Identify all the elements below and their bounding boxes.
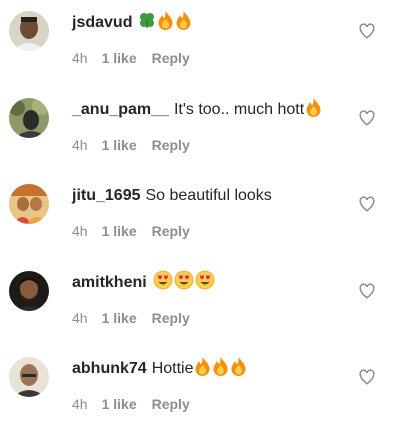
comment-likes-link[interactable]: 1 like	[102, 310, 137, 326]
comment-text: It's too.. much hott	[173, 101, 305, 118]
comment-text: Hottie	[151, 360, 194, 377]
comment-line: amitkheni	[72, 270, 215, 297]
like-heart-icon[interactable]	[358, 22, 376, 40]
comment-meta: 4h 1 like Reply	[72, 396, 190, 412]
comment-item: abhunk74 Hottie 4h 1 like Reply	[0, 346, 401, 432]
reply-button[interactable]: Reply	[152, 396, 190, 412]
comment-item: jsdavud 4h 1 like Reply	[0, 0, 401, 86]
avatar[interactable]	[9, 357, 49, 397]
fire-emoji	[175, 10, 192, 37]
shamrock-emoji	[138, 11, 156, 36]
avatar[interactable]	[9, 271, 49, 311]
comment-meta: 4h 1 like Reply	[72, 137, 190, 153]
like-heart-icon[interactable]	[358, 282, 376, 300]
comment-username[interactable]: abhunk74	[72, 358, 147, 380]
fire-emoji	[194, 356, 211, 383]
comment-meta: 4h 1 like Reply	[72, 50, 190, 66]
comment-line: abhunk74 Hottie	[72, 356, 247, 383]
like-heart-icon[interactable]	[358, 195, 376, 213]
comment-likes-link[interactable]: 1 like	[102, 50, 137, 66]
comment-username[interactable]: jitu_1695	[72, 185, 140, 207]
avatar[interactable]	[9, 11, 49, 51]
avatar[interactable]	[9, 98, 49, 138]
reply-button[interactable]: Reply	[152, 50, 190, 66]
comment-line: jsdavud	[72, 10, 192, 37]
comment-timestamp[interactable]: 4h	[72, 50, 88, 66]
heart-eyes-emoji	[174, 270, 194, 297]
comment-meta: 4h 1 like Reply	[72, 310, 190, 326]
comment-line: _anu_pam__ It's too.. much hott	[72, 97, 322, 124]
reply-button[interactable]: Reply	[152, 223, 190, 239]
comment-line: jitu_1695 So beautiful looks	[72, 185, 272, 207]
comment-timestamp[interactable]: 4h	[72, 396, 88, 412]
comment-likes-link[interactable]: 1 like	[102, 396, 137, 412]
comment-item: jitu_1695 So beautiful looks 4h 1 like R…	[0, 173, 401, 259]
comment-likes-link[interactable]: 1 like	[102, 223, 137, 239]
heart-eyes-emoji	[195, 270, 215, 297]
comment-timestamp[interactable]: 4h	[72, 137, 88, 153]
comment-item: _anu_pam__ It's too.. much hott 4h 1 lik…	[0, 87, 401, 173]
comment-meta: 4h 1 like Reply	[72, 223, 190, 239]
comment-text: So beautiful looks	[145, 187, 272, 204]
like-heart-icon[interactable]	[358, 368, 376, 386]
comment-username[interactable]: _anu_pam__	[72, 99, 169, 121]
comment-item: amitkheni 4h 1 like Reply	[0, 260, 401, 346]
comment-username[interactable]: jsdavud	[72, 12, 132, 34]
comment-timestamp[interactable]: 4h	[72, 310, 88, 326]
reply-button[interactable]: Reply	[152, 310, 190, 326]
fire-emoji	[212, 356, 229, 383]
comment-likes-link[interactable]: 1 like	[102, 137, 137, 153]
fire-emoji	[305, 97, 322, 124]
like-heart-icon[interactable]	[358, 109, 376, 127]
fire-emoji	[157, 10, 174, 37]
heart-eyes-emoji	[153, 270, 173, 297]
fire-emoji	[230, 356, 247, 383]
comment-username[interactable]: amitkheni	[72, 272, 147, 294]
reply-button[interactable]: Reply	[152, 137, 190, 153]
comment-timestamp[interactable]: 4h	[72, 223, 88, 239]
avatar[interactable]	[9, 184, 49, 224]
